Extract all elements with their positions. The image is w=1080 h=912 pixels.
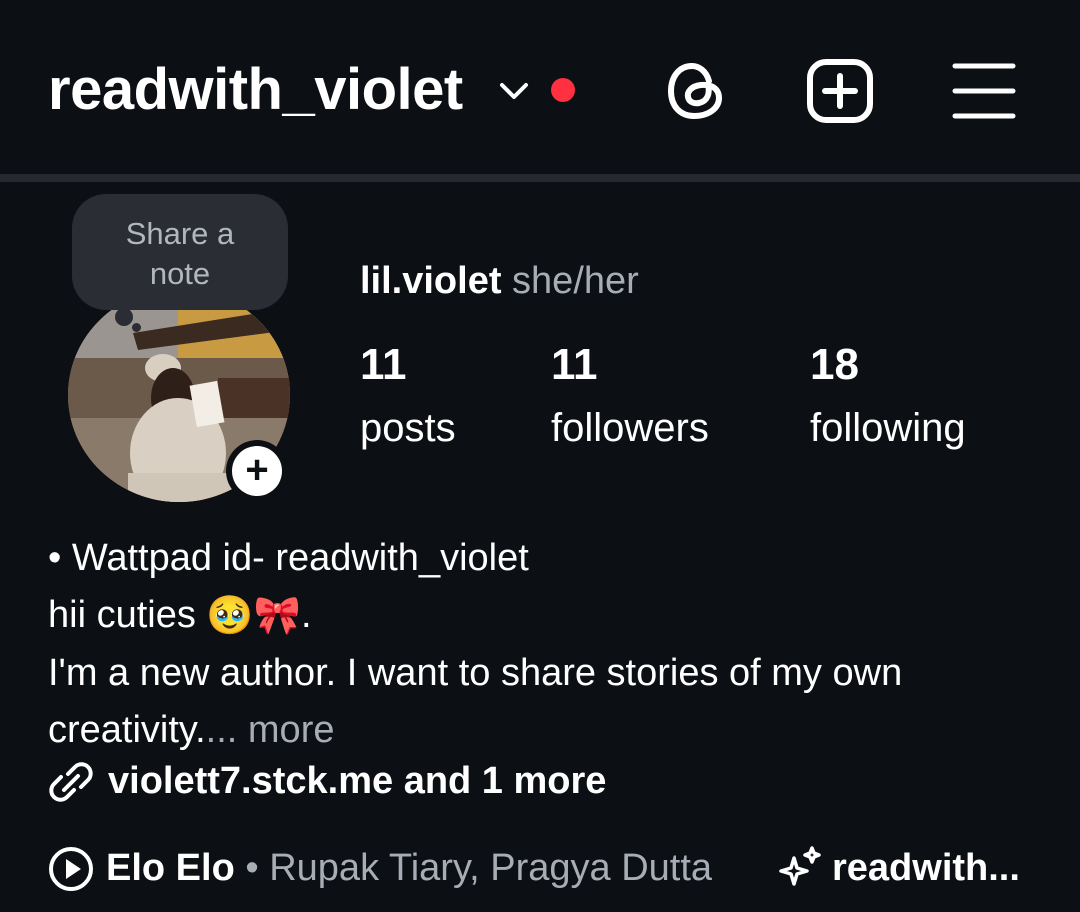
- followers-label: followers: [551, 406, 709, 450]
- posts-label: posts: [360, 406, 456, 450]
- threads-icon[interactable]: [663, 58, 729, 124]
- header-divider: [0, 174, 1080, 182]
- stat-posts[interactable]: 11 posts: [360, 338, 456, 454]
- create-post-icon[interactable]: [806, 58, 874, 124]
- bio-line-2-text: hii cuties: [48, 594, 196, 636]
- bio-line-4: creativity.... more: [48, 702, 1048, 759]
- posts-count: 11: [360, 340, 407, 389]
- add-story-button[interactable]: +: [226, 440, 288, 502]
- menu-icon[interactable]: [952, 62, 1016, 120]
- account-username[interactable]: readwith_violet: [48, 52, 463, 128]
- stat-following[interactable]: 18 following: [810, 338, 966, 454]
- bio-emojis: 🥹🎀: [206, 595, 302, 638]
- chevron-down-icon[interactable]: [497, 78, 531, 104]
- add-story-plus: +: [232, 446, 282, 496]
- bio-line-2-end: .: [301, 594, 312, 636]
- song-separator: •: [234, 847, 270, 889]
- bio-line-4-text: creativity.: [48, 709, 206, 752]
- profile-header: readwith_violet: [0, 0, 1080, 176]
- display-name-row: lil.violet she/her: [360, 258, 639, 304]
- sparkle-icon: [779, 846, 821, 886]
- ai-label[interactable]: readwith...: [832, 842, 1020, 894]
- link-icon: [49, 762, 93, 802]
- notification-dot: [551, 78, 575, 102]
- music-row: Elo Elo • Rupak Tiary, Pragya Dutta read…: [48, 842, 1048, 894]
- song-title: Elo Elo: [106, 847, 235, 889]
- followers-count: 11: [551, 340, 598, 389]
- following-count: 18: [810, 340, 859, 389]
- stat-followers[interactable]: 11 followers: [551, 338, 709, 454]
- note-prompt-line1: Share a: [125, 216, 235, 251]
- following-label: following: [810, 406, 966, 450]
- share-note-bubble[interactable]: Share a note: [72, 194, 288, 310]
- note-bubble-tail-small: [132, 323, 141, 332]
- bio-line-2: hii cuties 🥹🎀.: [48, 587, 1048, 645]
- pronouns: she/her: [512, 260, 639, 302]
- bio-line-3: I'm a new author. I want to share storie…: [48, 652, 903, 695]
- note-bubble-tail: [115, 308, 133, 326]
- bio-line-1: • Wattpad id- readwith_violet: [48, 537, 529, 579]
- display-name: lil.violet: [360, 260, 502, 302]
- play-circle-icon[interactable]: [48, 846, 94, 892]
- note-prompt-line2: note: [149, 256, 211, 291]
- profile-song[interactable]: Elo Elo • Rupak Tiary, Pragya Dutta: [106, 842, 712, 894]
- bio-more-link[interactable]: ... more: [206, 709, 335, 751]
- song-artists: Rupak Tiary, Pragya Dutta: [269, 847, 713, 889]
- bio: • Wattpad id- readwith_violet hii cuties…: [48, 530, 1048, 759]
- link-text: violett7.stck.me and 1 more: [108, 760, 607, 802]
